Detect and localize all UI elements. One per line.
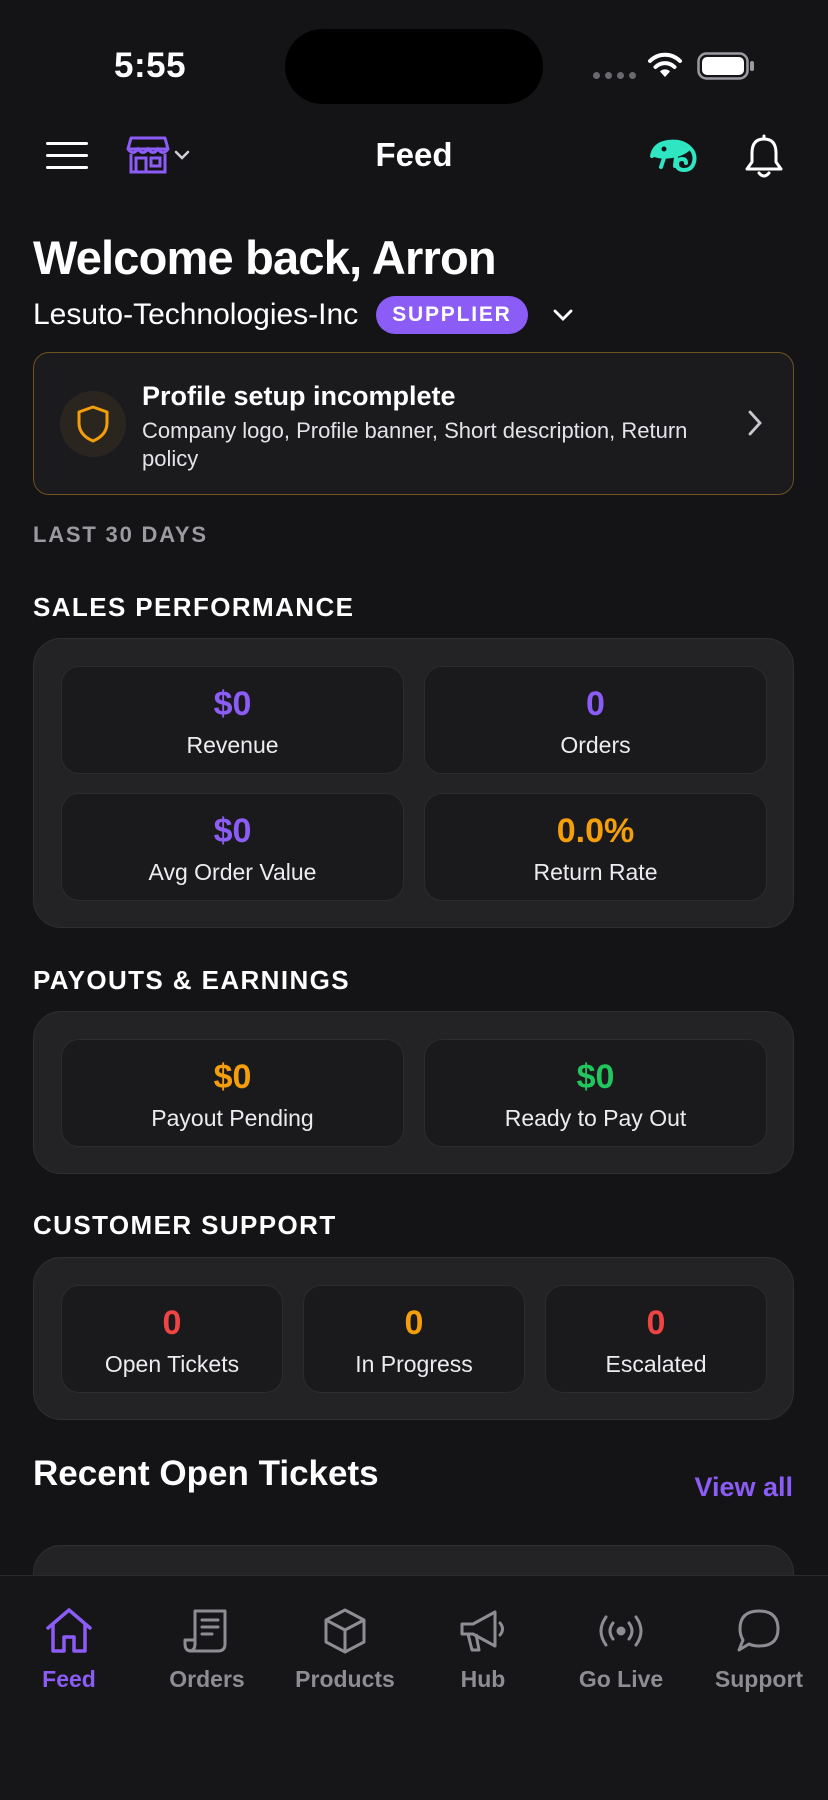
recent-tickets-heading: Recent Open Tickets (33, 1454, 379, 1493)
stat-label: Payout Pending (151, 1105, 314, 1131)
profile-setup-alert[interactable]: Profile setup incomplete Company logo, P… (33, 352, 794, 495)
tab-products[interactable]: Products (276, 1606, 414, 1693)
box-icon (324, 1608, 366, 1654)
ready-to-pay-out-tile[interactable]: $0 Ready to Pay Out (424, 1039, 767, 1147)
tab-label: Support (714, 1666, 804, 1692)
tab-hub[interactable]: Hub (414, 1606, 552, 1693)
tab-go-live[interactable]: Go Live (552, 1606, 690, 1693)
escalated-tile[interactable]: 0 Escalated (545, 1285, 767, 1393)
stat-value: 0 (162, 1304, 182, 1342)
notification-bell-icon[interactable] (742, 134, 786, 180)
stat-label: Ready to Pay Out (504, 1105, 687, 1131)
stat-value: 0 (586, 685, 605, 723)
revenue-tile[interactable]: $0 Revenue (61, 666, 404, 774)
payout-pending-tile[interactable]: $0 Payout Pending (61, 1039, 404, 1147)
stat-label: Return Rate (533, 859, 658, 885)
chevron-down-icon (553, 309, 573, 321)
stat-value: 0 (404, 1304, 424, 1342)
company-name: Lesuto-Technologies-Inc (33, 298, 359, 331)
company-selector[interactable]: Lesuto-Technologies-Inc SUPPLIER (33, 294, 574, 336)
stat-value: 0.0% (556, 812, 635, 850)
shield-icon (60, 391, 126, 457)
payouts-heading: PAYOUTS & EARNINGS (33, 965, 351, 995)
orders-tile[interactable]: 0 Orders (424, 666, 767, 774)
tab-label: Hub (460, 1666, 506, 1692)
stat-value: $0 (576, 1058, 615, 1096)
alert-description: Company logo, Profile banner, Short desc… (142, 418, 688, 471)
in-progress-tile[interactable]: 0 In Progress (303, 1285, 525, 1393)
stat-label: Open Tickets (104, 1351, 240, 1377)
stat-label: Revenue (186, 732, 279, 758)
status-time: 5:55 (114, 46, 187, 85)
date-range-label: LAST 30 DAYS (33, 522, 208, 547)
stat-value: 0 (646, 1304, 666, 1342)
megaphone-icon (460, 1610, 504, 1652)
bottom-tab-bar: Feed Orders Products Hub Go Live Support (0, 1575, 828, 1800)
avg-order-value-tile[interactable]: $0 Avg Order Value (61, 793, 404, 901)
open-tickets-tile[interactable]: 0 Open Tickets (61, 1285, 283, 1393)
view-all-link[interactable]: View all (694, 1472, 793, 1503)
broadcast-icon (599, 1615, 643, 1647)
app-header: Feed (0, 126, 828, 186)
company-dropdown-chevron[interactable] (552, 308, 574, 322)
tab-label: Orders (169, 1666, 245, 1692)
return-rate-tile[interactable]: 0.0% Return Rate (424, 793, 767, 901)
cellular-signal-icon (593, 72, 636, 79)
stat-value: $0 (213, 685, 252, 723)
home-icon (46, 1608, 92, 1653)
customer-support-heading: CUSTOMER SUPPORT (33, 1210, 337, 1240)
tab-support[interactable]: Support (690, 1606, 828, 1693)
tab-feed[interactable]: Feed (0, 1606, 138, 1693)
stat-value: $0 (213, 812, 252, 850)
payouts-card: $0 Payout Pending $0 Ready to Pay Out (33, 1011, 794, 1174)
battery-icon (697, 52, 754, 80)
welcome-heading: Welcome back, Arron (33, 231, 497, 284)
customer-support-card: 0 Open Tickets 0 In Progress 0 Escalated (33, 1257, 794, 1420)
tab-orders[interactable]: Orders (138, 1606, 276, 1693)
tab-label: Go Live (578, 1666, 664, 1692)
role-badge: SUPPLIER (376, 296, 528, 334)
sales-performance-card: $0 Revenue 0 Orders $0 Avg Order Value 0… (33, 638, 794, 928)
chat-bubble-icon (737, 1609, 780, 1652)
chameleon-logo-icon[interactable] (650, 136, 706, 176)
tab-label: Products (295, 1666, 395, 1692)
alert-title: Profile setup incomplete (142, 381, 456, 411)
receipt-icon (183, 1609, 227, 1653)
wifi-icon (648, 52, 682, 77)
dynamic-island (285, 29, 543, 104)
stat-label: Escalated (605, 1351, 707, 1377)
stat-label: In Progress (355, 1351, 473, 1377)
stat-label: Avg Order Value (148, 859, 317, 885)
stat-value: $0 (213, 1058, 252, 1096)
chevron-right-icon (748, 410, 762, 436)
stat-label: Orders (560, 732, 631, 758)
status-bar: 5:55 (0, 0, 828, 120)
sales-performance-heading: SALES PERFORMANCE (33, 592, 355, 622)
tab-label: Feed (42, 1666, 96, 1692)
